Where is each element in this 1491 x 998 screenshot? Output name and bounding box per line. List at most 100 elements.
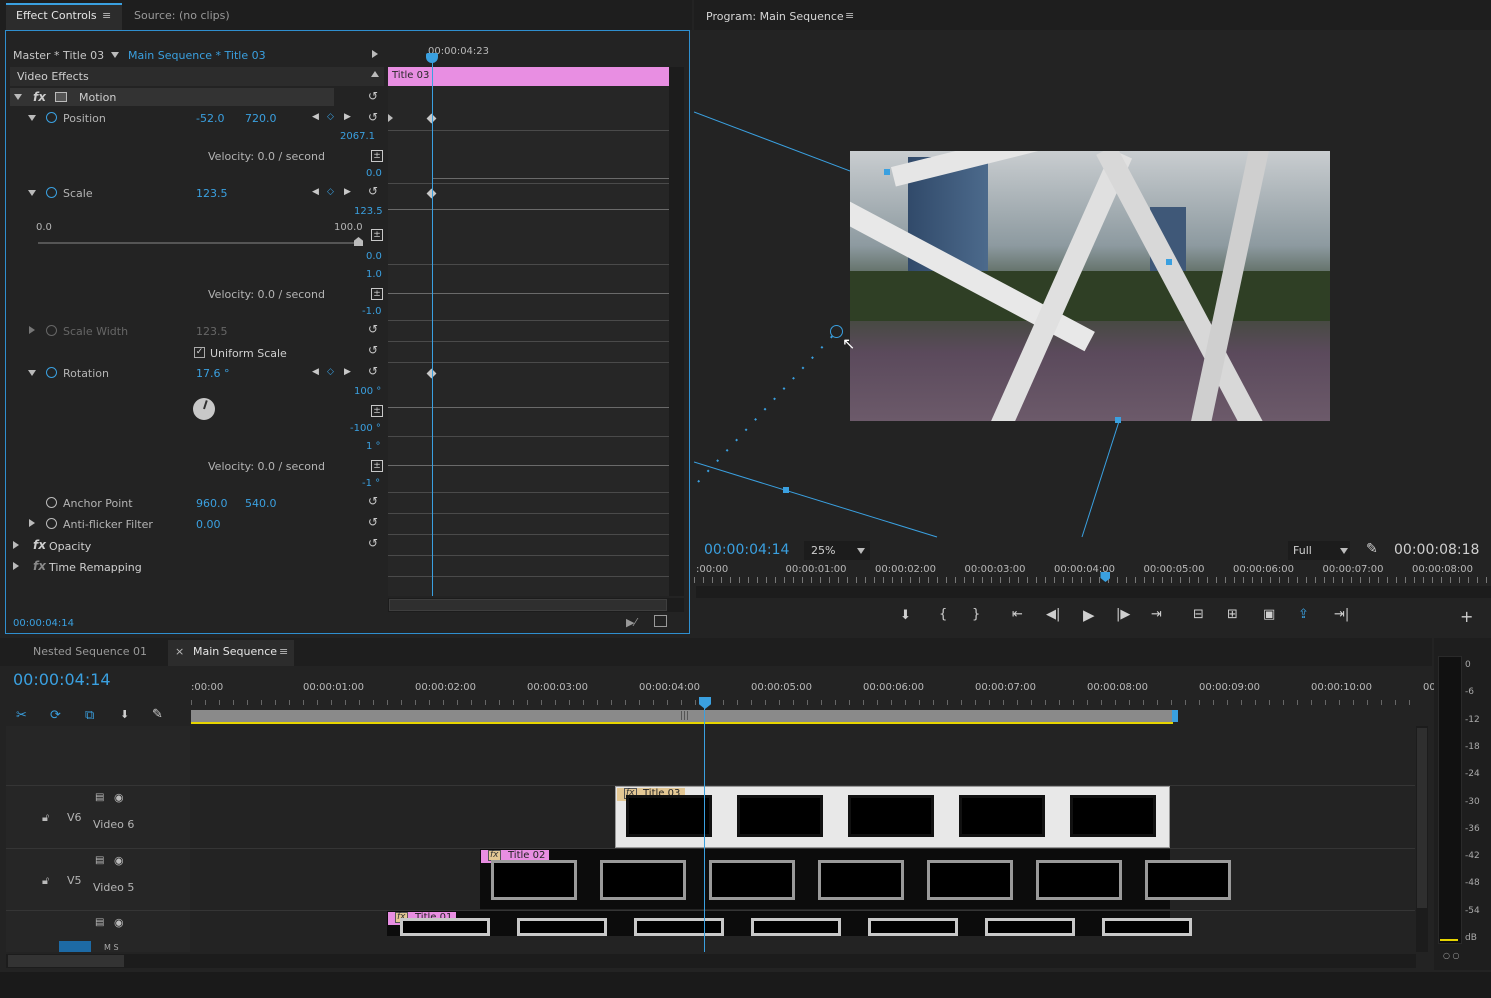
nest-icon[interactable]: ⧉ — [85, 708, 94, 723]
quality-dropdown-icon[interactable] — [1340, 548, 1348, 554]
anchor-point-y-value[interactable]: 540.0 — [245, 497, 277, 510]
timeline-vscroll-thumb[interactable] — [1417, 728, 1427, 908]
v5-sync-icon[interactable]: ▤ — [95, 855, 104, 866]
scale-reset-icon[interactable]: ↺ — [366, 185, 380, 197]
anti-flicker-stopwatch-icon[interactable] — [46, 518, 57, 529]
snap-icon[interactable]: ✂ — [16, 708, 27, 723]
ec-current-timecode[interactable]: 00:00:04:14 — [13, 618, 74, 629]
collapse-up-icon[interactable] — [371, 71, 379, 77]
rotation-add-keyframe-icon[interactable]: ◇ — [327, 367, 334, 377]
scale-next-keyframe-icon[interactable]: ▶ — [344, 187, 351, 197]
rotation-value[interactable]: 17.6 ° — [196, 367, 230, 380]
position-prev-keyframe-icon[interactable]: ◀ — [312, 112, 319, 122]
work-area-end[interactable] — [1172, 710, 1178, 722]
linked-selection-icon[interactable]: ⟳ — [50, 708, 61, 723]
scale-add-keyframe-icon[interactable]: ◇ — [327, 187, 334, 197]
scale-twirl-icon[interactable] — [28, 190, 36, 196]
rotation-next-keyframe-icon[interactable]: ▶ — [344, 367, 351, 377]
motion-transform-icon[interactable] — [55, 92, 67, 102]
program-ruler[interactable]: :00:00 00:00:01:00 00:00:02:00 00:00:03:00 0… — [694, 562, 1491, 584]
timeline-marker-icon[interactable]: ⬇ — [120, 708, 129, 721]
uniform-scale-checkbox[interactable]: ✓ — [194, 347, 205, 358]
ec-hscroll-thumb[interactable] — [389, 599, 667, 611]
anchor-handle-bottom-left[interactable] — [783, 487, 789, 493]
fx-icon[interactable]: fx — [33, 90, 46, 104]
master-dropdown-icon[interactable] — [111, 52, 119, 58]
scale-velocity-handle-icon[interactable]: ± — [371, 229, 383, 241]
v5-lock-icon[interactable]: 🔓︎ — [42, 874, 49, 888]
v6-sync-icon[interactable]: ▤ — [95, 792, 104, 803]
rotation-reset-icon[interactable]: ↺ — [366, 365, 380, 377]
sequence-clip-label[interactable]: Main Sequence * Title 03 — [128, 49, 266, 62]
v5-track-id[interactable]: V5 — [67, 874, 82, 887]
play-button-icon[interactable]: ▶ — [1083, 606, 1095, 624]
tab-menu-icon[interactable]: ≡ — [102, 9, 111, 22]
opacity-reset-icon[interactable]: ↺ — [366, 537, 380, 549]
opacity-fx-icon[interactable]: fx — [33, 538, 46, 552]
motion-twirl-icon[interactable] — [14, 94, 22, 100]
anchor-point-reset-icon[interactable]: ↺ — [366, 495, 380, 507]
program-current-timecode[interactable]: 00:00:04:14 — [704, 542, 789, 558]
timeline-tab-menu-icon[interactable]: ≡ — [279, 645, 288, 658]
position-y-value[interactable]: 720.0 — [245, 112, 277, 125]
lift-icon[interactable]: ⊟ — [1193, 607, 1204, 622]
position-next-keyframe-icon[interactable]: ▶ — [344, 112, 351, 122]
position-x-value[interactable]: -52.0 — [196, 112, 224, 125]
ec-scrollbar[interactable] — [669, 67, 684, 596]
step-forward-icon[interactable]: |▶ — [1116, 607, 1130, 622]
position-add-keyframe-icon[interactable]: ◇ — [327, 112, 334, 122]
program-menu-icon[interactable]: ≡ — [845, 9, 854, 22]
anti-flicker-reset-icon[interactable]: ↺ — [366, 516, 380, 528]
export-icon[interactable] — [654, 615, 667, 627]
program-title[interactable]: Program: Main Sequence — [706, 10, 844, 23]
scale-velocity-handle2-icon[interactable]: ± — [371, 288, 383, 300]
extract-icon[interactable]: ⊞ — [1227, 607, 1238, 622]
insert-icon[interactable]: ⇪ — [1298, 607, 1309, 622]
position-stopwatch-icon[interactable] — [46, 112, 57, 123]
program-viewer[interactable]: ↖ — [694, 32, 1491, 538]
filter-audio-icon[interactable]: ▶⁄ — [626, 616, 636, 629]
export-frame-icon[interactable]: ▣ — [1263, 607, 1275, 622]
trim-monitor-icon[interactable]: ⇥| — [1334, 607, 1349, 622]
v6-track-id[interactable]: V6 — [67, 811, 82, 824]
tab-source[interactable]: Source: (no clips) — [126, 0, 238, 30]
opacity-twirl-icon[interactable] — [13, 541, 19, 549]
scale-value[interactable]: 123.5 — [196, 187, 228, 200]
rotation-stopwatch-icon[interactable] — [46, 367, 57, 378]
step-back-icon[interactable]: ◀| — [1046, 607, 1060, 622]
expand-timeline-icon[interactable] — [372, 50, 378, 58]
timeline-current-timecode[interactable]: 00:00:04:14 — [13, 670, 111, 689]
timeline-hscrollbar[interactable] — [6, 954, 1416, 968]
program-scrollbar[interactable] — [696, 586, 1491, 598]
mark-out-icon[interactable]: } — [972, 607, 980, 622]
position-twirl-icon[interactable] — [28, 115, 36, 121]
anchor-point-stopwatch-icon[interactable] — [46, 497, 57, 508]
scale-prev-keyframe-icon[interactable]: ◀ — [312, 187, 319, 197]
tab-nested-sequence[interactable]: Nested Sequence 01 — [25, 638, 155, 666]
v4-sync-icon[interactable]: ▤ — [95, 917, 104, 928]
anchor-handle-right[interactable] — [1166, 259, 1172, 265]
tab-effect-controls[interactable]: Effect Controls — [8, 0, 105, 30]
v5-eye-icon[interactable]: ◉ — [114, 854, 124, 867]
scale-width-reset-icon[interactable]: ↺ — [366, 323, 380, 335]
mark-in-icon[interactable]: { — [939, 607, 947, 622]
scale-slider-track[interactable] — [38, 242, 362, 244]
v6-lock-icon[interactable]: 🔓︎ — [42, 811, 49, 825]
zoom-dropdown-icon[interactable] — [857, 548, 865, 554]
scale-stopwatch-icon[interactable] — [46, 187, 57, 198]
program-video-frame[interactable] — [850, 151, 1330, 421]
timeline-ruler[interactable]: :00:00 00:00:01:00 00:00:02:00 00:00:03:00 0… — [191, 678, 1445, 714]
anchor-handle-bottom-right[interactable] — [1115, 417, 1121, 423]
rotation-velocity-handle-icon[interactable]: ± — [371, 405, 383, 417]
meter-solo-icon[interactable]: ○ ○ — [1443, 951, 1460, 960]
add-marker-icon[interactable]: ⬇ — [900, 608, 911, 623]
anti-flicker-value[interactable]: 0.00 — [196, 518, 221, 531]
ec-clip-bar[interactable] — [388, 67, 669, 86]
v4-eye-icon[interactable]: ◉ — [114, 916, 124, 929]
audio-track-target[interactable] — [59, 941, 91, 952]
close-tab-icon[interactable]: × — [175, 645, 184, 658]
tab-main-sequence[interactable]: Main Sequence — [185, 638, 285, 666]
time-remapping-twirl-icon[interactable] — [13, 562, 19, 570]
button-editor-icon[interactable]: + — [1460, 607, 1473, 626]
go-to-in-icon[interactable]: ⇤ — [1012, 607, 1023, 622]
